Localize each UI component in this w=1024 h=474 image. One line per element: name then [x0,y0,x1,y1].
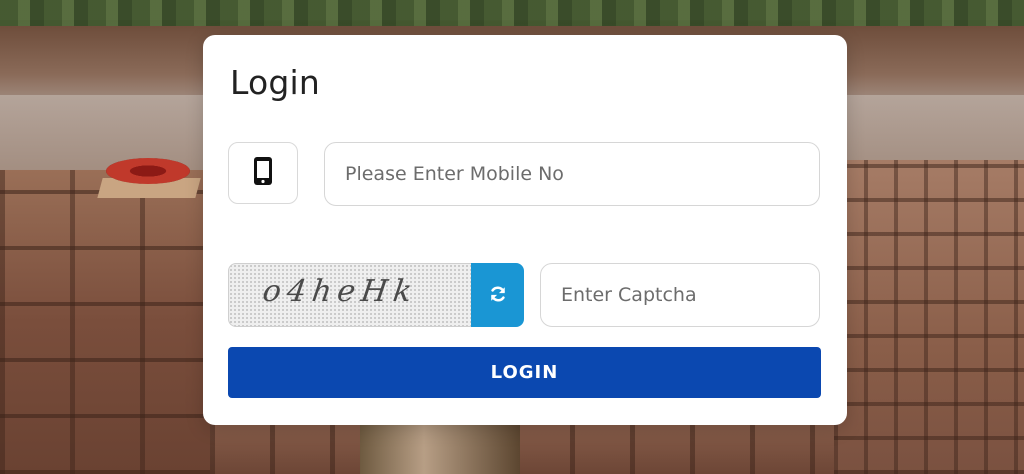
background-bricks-left [0,170,210,474]
phone-icon-box [228,142,298,204]
background-cushion [106,158,190,184]
background-bricks-right [834,160,1024,474]
login-title: Login [230,63,321,102]
captcha-text: o4heHk [260,274,421,309]
refresh-captcha-button[interactable] [471,263,524,327]
mobile-phone-icon [252,156,274,190]
background-person [360,420,520,474]
captcha-input[interactable] [540,263,820,327]
background-trees [0,0,1024,26]
refresh-icon [489,285,507,306]
login-button[interactable]: LOGIN [228,347,821,398]
mobile-number-input[interactable] [324,142,820,206]
captcha-image: o4heHk [228,263,471,327]
login-card: Login o4heHk LOGIN [203,35,847,425]
